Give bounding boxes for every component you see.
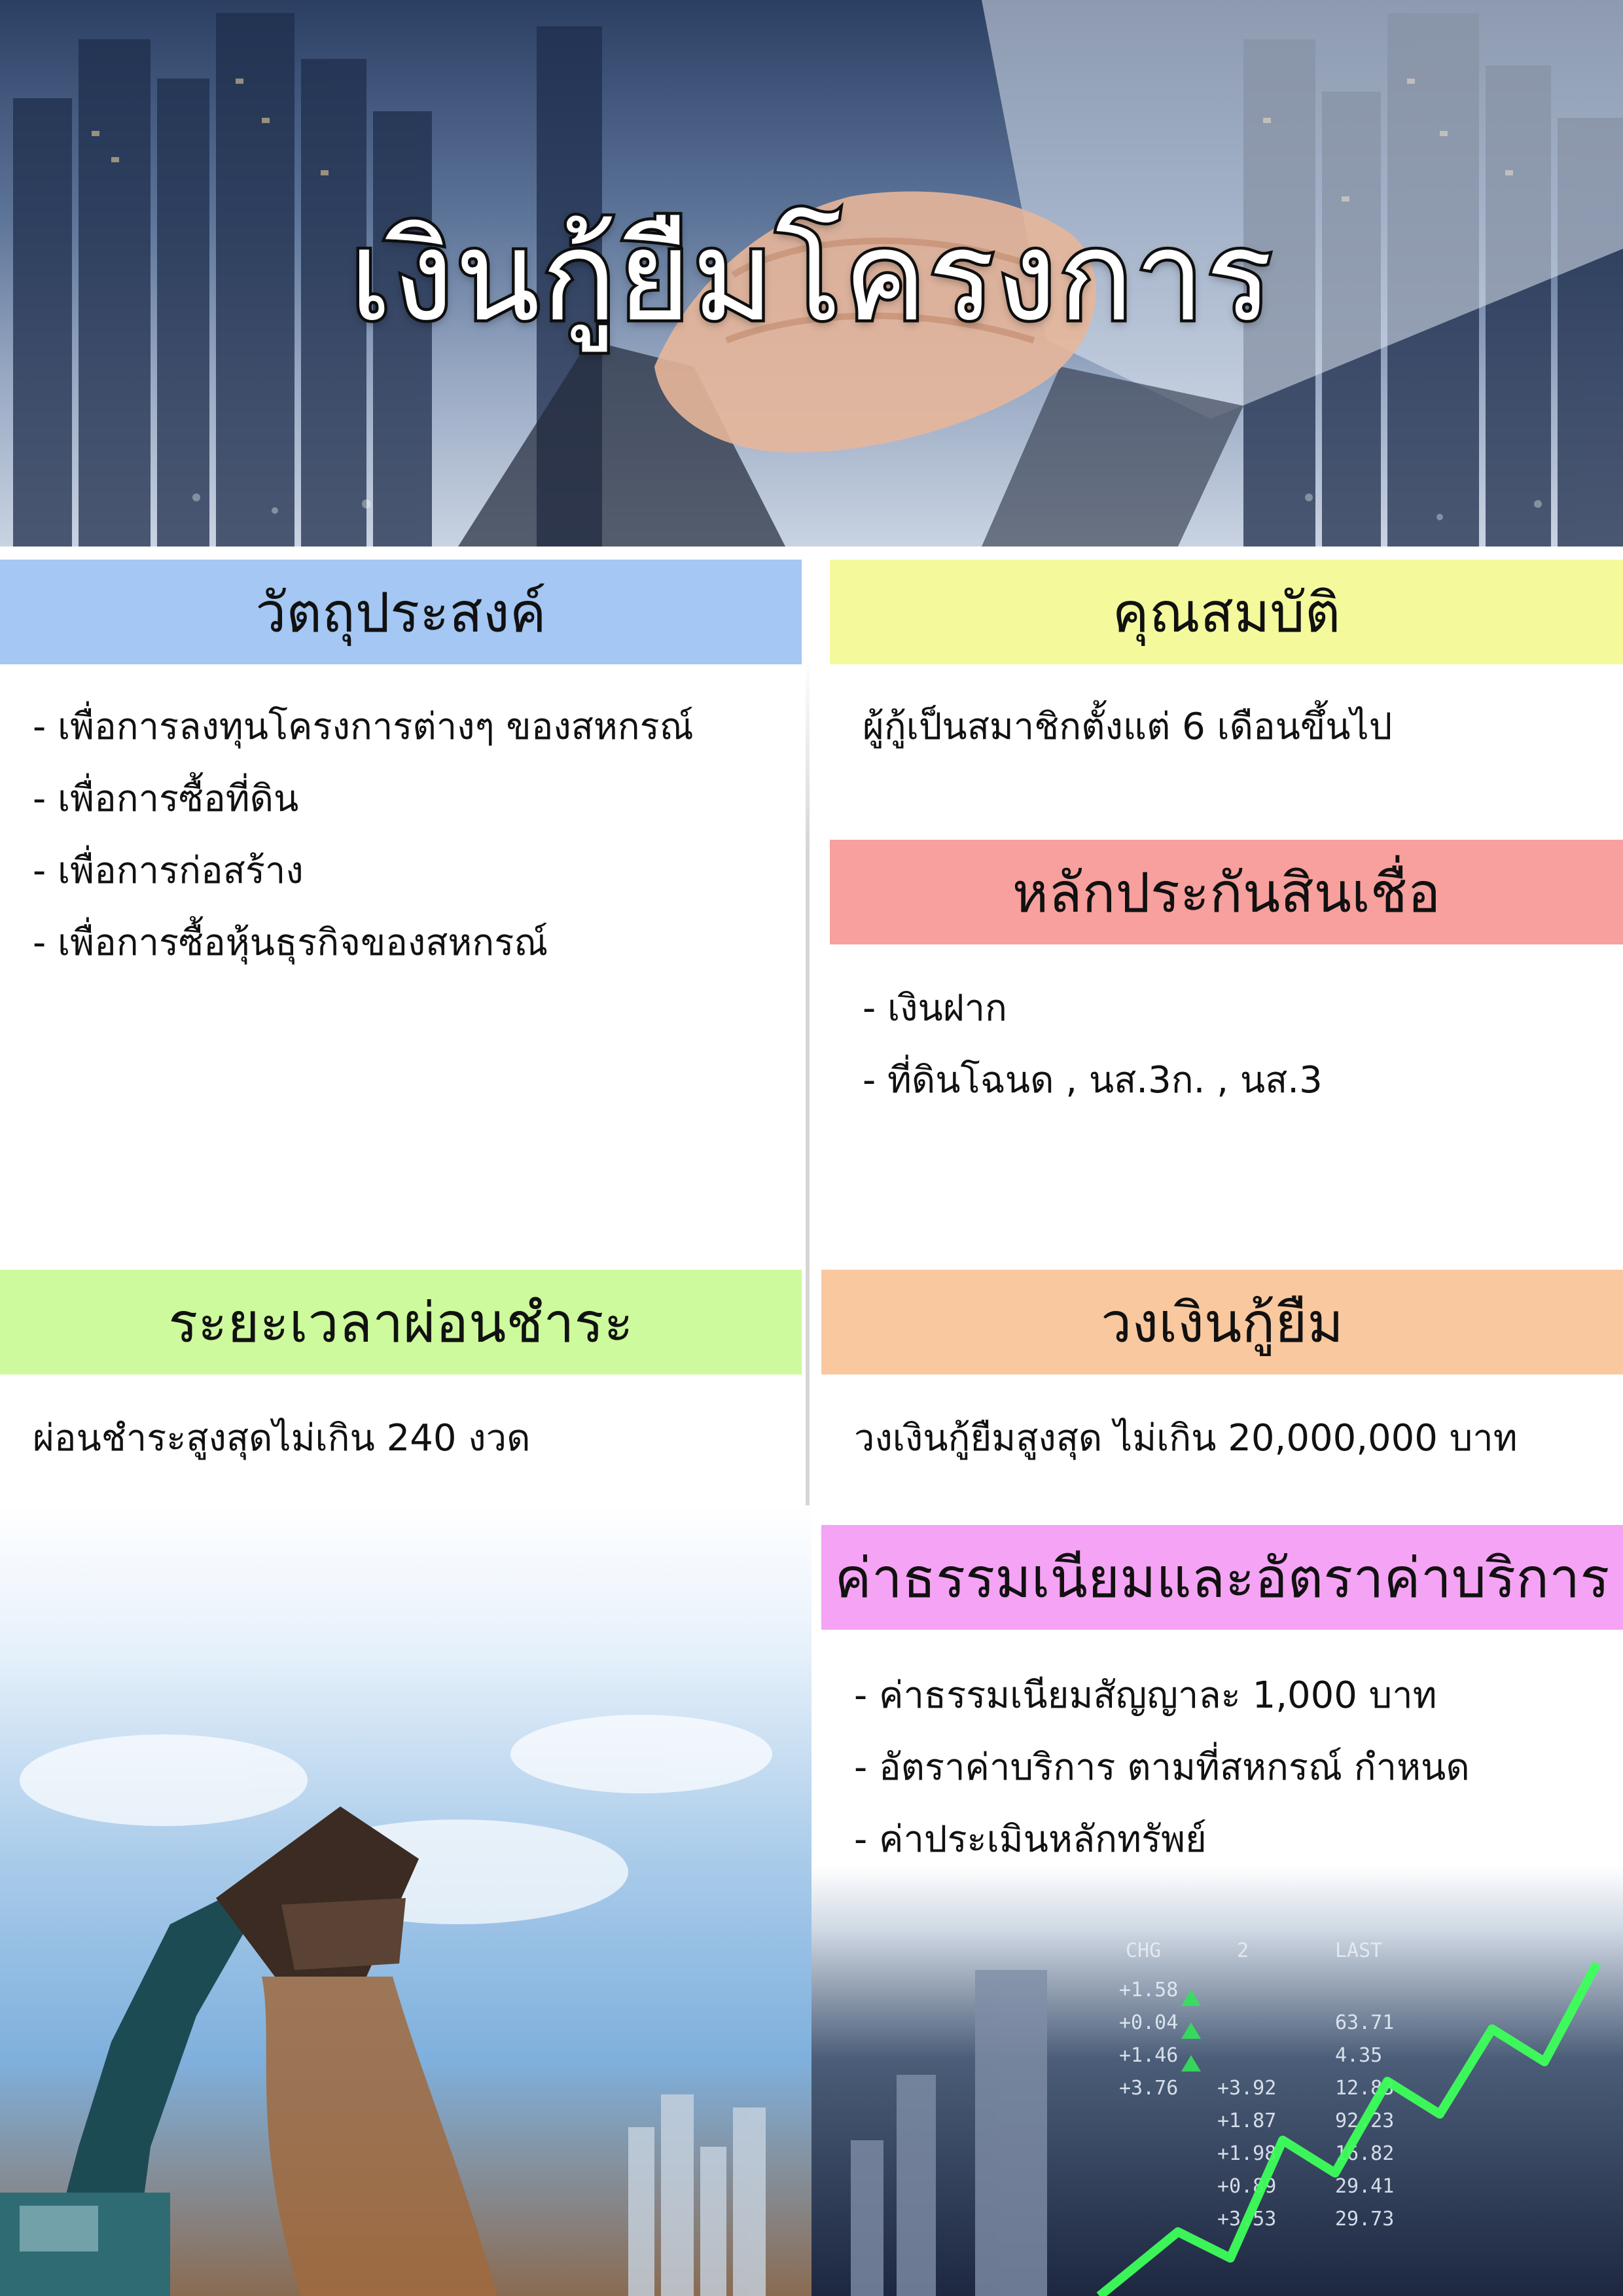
objective-header: วัตถุประสงค์ — [0, 560, 802, 664]
stock-value: +1.58 — [1119, 1979, 1178, 2001]
stock-value: +1.98 — [1217, 2142, 1276, 2165]
list-item: - อัตราค่าบริการ ตามที่สหกรณ์ กำหนด — [854, 1746, 1470, 1789]
excavator-image — [0, 1505, 812, 2296]
hero-banner: เงินกู้ยืมโครงการ — [0, 0, 1623, 547]
limit-text: วงเงินกู้ยืมสูงสุด ไม่เกิน 20,000,000 บา… — [854, 1417, 1518, 1460]
list-item: - ที่ดินโฉนด , นส.3ก. , นส.3 — [863, 1059, 1323, 1102]
list-item: - เพื่อการซื้อที่ดิน — [33, 778, 299, 820]
repayment-header: ระยะเวลาผ่อนชำระ — [0, 1270, 802, 1374]
stock-value: 29.41 — [1335, 2175, 1394, 2198]
collateral-heading: หลักประกันสินเชื่อ — [1012, 861, 1441, 925]
list-item: - เพื่อการลงทุนโครงการต่างๆ ของสหกรณ์ — [33, 706, 694, 748]
stock-header-last: LAST — [1335, 1939, 1382, 1962]
stock-value: +1.87 — [1217, 2109, 1276, 2132]
list-item: - ค่าธรรมเนียมสัญญาละ 1,000 บาท — [854, 1674, 1437, 1717]
list-item: - เงินฝาก — [863, 987, 1007, 1030]
stock-value: +1.46 — [1119, 2044, 1178, 2067]
stock-value: 4.35 — [1335, 2044, 1382, 2067]
list-item: - ค่าประเมินหลักทรัพย์ — [854, 1818, 1207, 1861]
excavator-illustration — [0, 1715, 772, 2296]
objective-heading: วัตถุประสงค์ — [255, 581, 546, 645]
stock-value: 29.73 — [1335, 2208, 1394, 2231]
stock-header-chg: CHG — [1126, 1939, 1161, 1962]
list-item: - เพื่อการซื้อหุ้นธุรกิจของสหกรณ์ — [33, 922, 548, 964]
fees-header: ค่าธรรมเนียมและอัตราค่าบริการ — [821, 1525, 1623, 1630]
qualification-text: ผู้กู้เป็นสมาชิกตั้งแต่ 6 เดือนขึ้นไป — [863, 706, 1393, 748]
qualification-header: คุณสมบัติ — [830, 560, 1623, 664]
stock-board-illustration: CHG 2 LAST +1.58 +0.04 +1.46 +3.76 +3.92… — [851, 1939, 1601, 2296]
collateral-header: หลักประกันสินเชื่อ — [830, 840, 1623, 944]
stock-value: +3.92 — [1217, 2077, 1276, 2100]
fees-heading: ค่าธรรมเนียมและอัตราค่าบริการ — [834, 1546, 1610, 1610]
stock-value: +0.04 — [1119, 2011, 1178, 2034]
repayment-text: ผ่อนชำระสูงสุดไม่เกิน 240 งวด — [33, 1417, 531, 1460]
stock-header-2: 2 — [1237, 1939, 1249, 1962]
stock-value: +3.76 — [1119, 2077, 1178, 2100]
list-item: - เพื่อการก่อสร้าง — [33, 850, 304, 892]
repayment-heading: ระยะเวลาผ่อนชำระ — [168, 1291, 633, 1355]
limit-heading: วงเงินกู้ยืม — [1101, 1291, 1344, 1355]
qualification-heading: คุณสมบัติ — [1112, 581, 1341, 645]
page-title: เงินกู้ยืมโครงการ — [346, 202, 1275, 352]
stock-value: 63.71 — [1335, 2011, 1394, 2034]
stock-chart-image: CHG 2 LAST +1.58 +0.04 +1.46 +3.76 +3.92… — [812, 1865, 1623, 2296]
limit-header: วงเงินกู้ยืม — [821, 1270, 1623, 1374]
